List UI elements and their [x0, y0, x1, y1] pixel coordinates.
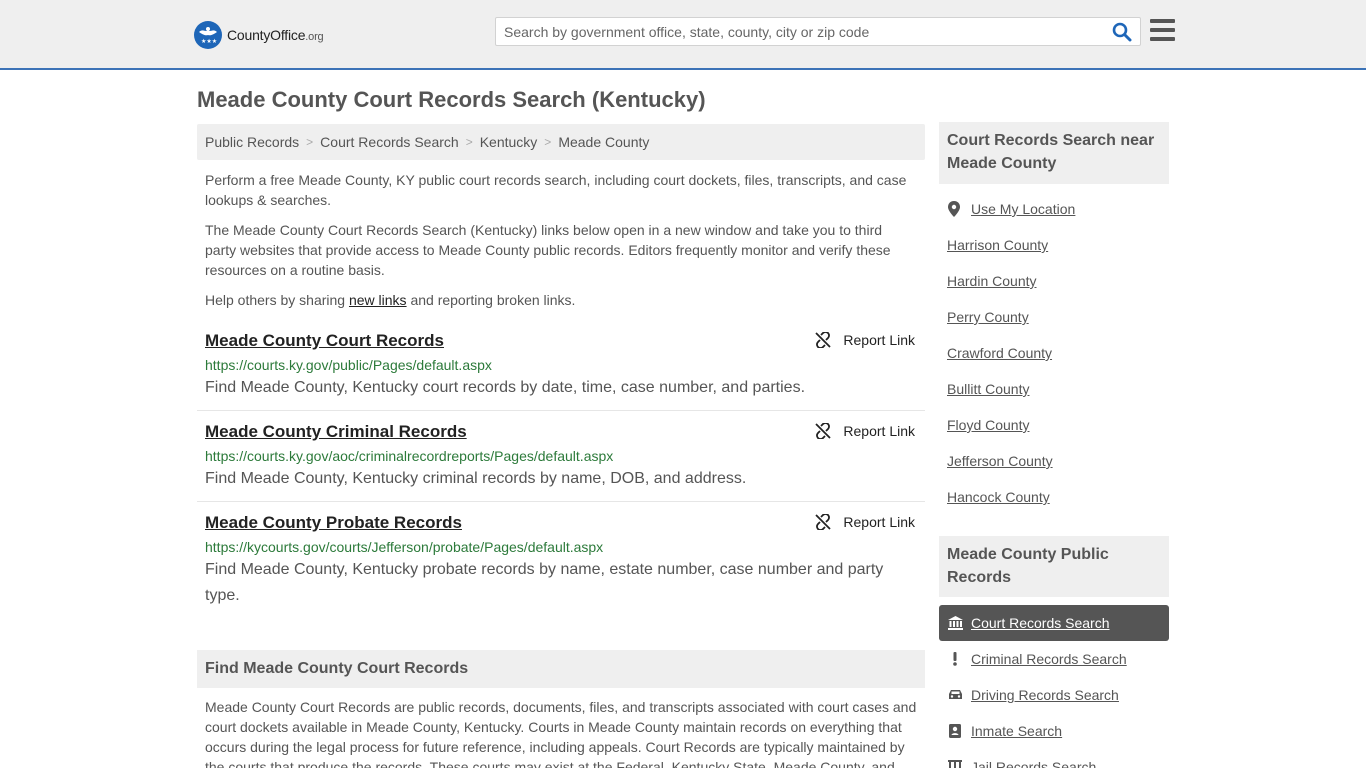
- record-description: Find Meade County, Kentucky probate reco…: [205, 561, 884, 604]
- record-title-link[interactable]: Meade County Criminal Records: [205, 422, 467, 442]
- near-county-link[interactable]: Hancock County: [947, 489, 1050, 505]
- site-logo[interactable]: ★★★ CountyOffice.org: [194, 21, 324, 49]
- intro-text: Help others by sharing: [205, 292, 349, 308]
- near-county-link[interactable]: Bullitt County: [947, 381, 1029, 397]
- sidebar-item-label: Driving Records Search: [971, 687, 1119, 703]
- near-county-link[interactable]: Hardin County: [947, 273, 1037, 289]
- record-url: https://courts.ky.gov/public/Pages/defau…: [205, 357, 492, 373]
- intro-paragraph-3: Help others by sharing new links and rep…: [205, 290, 917, 310]
- hamburger-menu-icon[interactable]: [1150, 19, 1175, 41]
- exclamation-icon: [947, 652, 963, 666]
- breadcrumb-meade-county[interactable]: Meade County: [558, 134, 649, 150]
- record-title-link[interactable]: Meade County Court Records: [205, 331, 444, 351]
- svg-text:★★★: ★★★: [201, 38, 217, 45]
- logo-org: .org: [305, 31, 324, 43]
- breadcrumb-kentucky[interactable]: Kentucky: [480, 134, 538, 150]
- car-icon: [947, 689, 963, 701]
- site-header: ★★★ CountyOffice.org: [0, 0, 1366, 70]
- breadcrumb: Public Records > Court Records Search > …: [197, 124, 925, 160]
- courthouse-icon: [947, 616, 963, 630]
- search-input[interactable]: [496, 18, 1106, 45]
- report-link-label: Report Link: [843, 332, 915, 348]
- page-title: Meade County Court Records Search (Kentu…: [197, 87, 706, 112]
- jail-icon: [947, 760, 963, 768]
- breadcrumb-public-records[interactable]: Public Records: [205, 134, 299, 150]
- map-pin-icon: [948, 201, 960, 217]
- sidebar-item-label: Inmate Search: [971, 723, 1063, 739]
- sidebar-item-label: Court Records Search: [971, 615, 1110, 631]
- sidebar-item-criminal-records-search[interactable]: Criminal Records Search: [939, 641, 1169, 677]
- record-item: Meade County Probate Records Report Link…: [197, 513, 925, 613]
- near-county-link[interactable]: Harrison County: [947, 237, 1048, 253]
- search-box: [495, 17, 1141, 46]
- use-my-location-label: Use My Location: [971, 201, 1076, 217]
- record-divider: [197, 501, 925, 502]
- logo-seal-icon: ★★★: [194, 21, 222, 49]
- broken-link-icon: [815, 423, 832, 439]
- id-card-icon: [947, 724, 963, 738]
- new-links-link[interactable]: new links: [349, 292, 407, 308]
- record-url: https://courts.ky.gov/aoc/criminalrecord…: [205, 448, 614, 464]
- report-link-button[interactable]: Report Link: [815, 514, 915, 530]
- sidebar-item-label: Jail Records Search: [971, 759, 1097, 768]
- logo-wordmark: CountyOffice.org: [227, 27, 324, 43]
- intro-paragraph-1: Perform a free Meade County, KY public c…: [205, 172, 907, 208]
- record-url: https://kycourts.gov/courts/Jefferson/pr…: [205, 539, 604, 555]
- logo-office: Office: [270, 27, 306, 43]
- find-records-heading: Find Meade County Court Records: [197, 650, 925, 688]
- near-county-link[interactable]: Jefferson County: [947, 453, 1053, 469]
- record-description: Find Meade County, Kentucky court record…: [205, 379, 806, 396]
- report-link-label: Report Link: [843, 423, 915, 439]
- near-county-link[interactable]: Floyd County: [947, 417, 1029, 433]
- logo-county: County: [227, 27, 271, 43]
- report-link-button[interactable]: Report Link: [815, 332, 915, 348]
- near-county-link[interactable]: Perry County: [947, 309, 1029, 325]
- record-description: Find Meade County, Kentucky criminal rec…: [205, 470, 747, 487]
- sidebar-item-jail-records-search[interactable]: Jail Records Search: [939, 749, 1169, 768]
- record-divider: [197, 410, 925, 411]
- sidebar-item-label: Criminal Records Search: [971, 651, 1127, 667]
- broken-link-icon: [815, 514, 832, 530]
- record-item: Meade County Criminal Records Report Lin…: [197, 422, 925, 492]
- sidebar-item-inmate-search[interactable]: Inmate Search: [939, 713, 1169, 749]
- intro-paragraph-2: The Meade County Court Records Search (K…: [205, 222, 891, 278]
- breadcrumb-court-records-search[interactable]: Court Records Search: [320, 134, 459, 150]
- report-link-button[interactable]: Report Link: [815, 423, 915, 439]
- report-link-label: Report Link: [843, 514, 915, 530]
- breadcrumb-separator: >: [465, 135, 473, 149]
- search-button[interactable]: [1112, 22, 1134, 42]
- public-records-heading: Meade County Public Records: [939, 536, 1169, 597]
- search-icon: [1112, 22, 1132, 42]
- record-title-link[interactable]: Meade County Probate Records: [205, 513, 462, 533]
- breadcrumb-separator: >: [544, 135, 552, 149]
- near-heading: Court Records Search near Meade County: [939, 122, 1169, 184]
- use-my-location-link[interactable]: Use My Location: [947, 201, 1075, 217]
- breadcrumb-separator: >: [306, 135, 314, 149]
- intro-text: and reporting broken links.: [406, 292, 576, 308]
- near-county-link[interactable]: Crawford County: [947, 345, 1052, 361]
- broken-link-icon: [815, 332, 832, 348]
- record-item: Meade County Court Records Report Link h…: [197, 331, 925, 401]
- sidebar-item-court-records-search[interactable]: Court Records Search: [939, 605, 1169, 641]
- sidebar-item-driving-records-search[interactable]: Driving Records Search: [939, 677, 1169, 713]
- find-records-text: Meade County Court Records are public re…: [205, 699, 917, 768]
